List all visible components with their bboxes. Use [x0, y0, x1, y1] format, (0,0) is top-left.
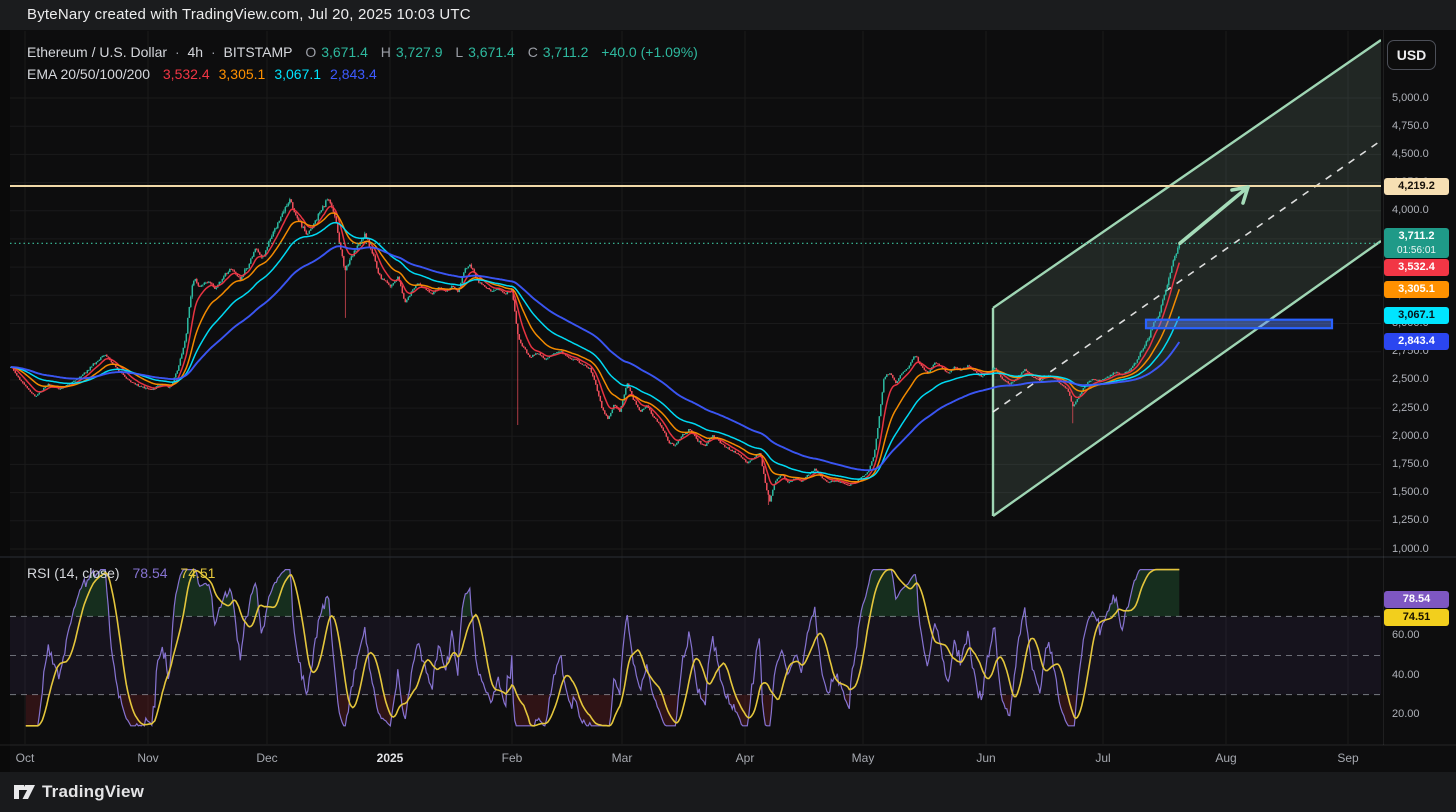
price-chart-canvas[interactable] [0, 0, 1456, 812]
tradingview-snapshot: ByteNary created with TradingView.com, J… [0, 0, 1456, 812]
tradingview-brand-link[interactable]: TradingView [42, 772, 144, 812]
time-tick-label: Mar [612, 751, 633, 765]
badge-countdown: 01:56:01 [1384, 243, 1449, 259]
separator: · [211, 44, 216, 60]
change-value: +40.0 (+1.09%) [601, 44, 698, 60]
badge-value: 2,843.4 [1384, 333, 1449, 349]
price-tick-label: 1,750.0 [1392, 458, 1429, 470]
price-label-badge: 4,219.2 [1384, 178, 1449, 195]
ema-values: 3,532.4 3,305.1 3,067.1 2,843.4 [163, 66, 386, 82]
price-tick-label: 2,000.0 [1392, 430, 1429, 442]
time-tick-label: Jul [1095, 751, 1110, 765]
open-value: 3,671.4 [321, 44, 368, 60]
low-value: 3,671.4 [468, 44, 515, 60]
rsi-tick-label: 60.00 [1392, 629, 1420, 641]
price-label-badge: 74.51 [1384, 609, 1449, 626]
time-tick-label: Jun [976, 751, 995, 765]
ema-value: 3,532.4 [163, 66, 210, 82]
time-tick-label: 2025 [377, 751, 404, 765]
badge-value: 3,711.2 [1384, 228, 1449, 244]
tradingview-logo-icon[interactable] [13, 782, 37, 802]
time-tick-label: Apr [736, 751, 755, 765]
ema-value: 3,305.1 [219, 66, 266, 82]
badge-value: 3,532.4 [1384, 259, 1449, 275]
price-tick-label: 4,750.0 [1392, 120, 1429, 132]
time-tick-label: May [852, 751, 875, 765]
badge-value: 3,305.1 [1384, 281, 1449, 297]
price-tick-label: 4,500.0 [1392, 148, 1429, 160]
close-value: 3,711.2 [543, 44, 589, 60]
rsi-value: 78.54 [132, 565, 167, 581]
currency-toggle-button[interactable]: USD [1387, 40, 1436, 70]
price-tick-label: 1,500.0 [1392, 486, 1429, 498]
price-tick-label: 5,000.0 [1392, 92, 1429, 104]
time-tick-label: Feb [502, 751, 523, 765]
symbol-name: Ethereum / U.S. Dollar [27, 44, 167, 60]
price-label-badge: 78.54 [1384, 591, 1449, 608]
time-tick-label: Dec [256, 751, 277, 765]
time-tick-label: Oct [16, 751, 35, 765]
open-label: O [305, 44, 316, 60]
rsi-tick-label: 20.00 [1392, 708, 1420, 720]
badge-value: 4,219.2 [1384, 178, 1449, 194]
price-label-badge: 3,067.1 [1384, 307, 1449, 324]
interval-label: 4h [188, 44, 204, 60]
ema-legend: EMA 20/50/100/200 3,532.4 3,305.1 3,067.1 2… [27, 66, 390, 82]
down-bodies [12, 199, 1122, 501]
separator: · [175, 44, 180, 60]
price-tick-label: 1,250.0 [1392, 514, 1429, 526]
footer-bar: TradingView [0, 772, 1456, 812]
demand-zone[interactable] [1146, 320, 1332, 329]
high-label: H [381, 44, 391, 60]
close-label: C [528, 44, 538, 60]
badge-value: 3,067.1 [1384, 307, 1449, 323]
price-tick-label: 1,000.0 [1392, 543, 1429, 555]
high-value: 3,727.9 [396, 44, 443, 60]
price-tick-label: 4,000.0 [1392, 204, 1429, 216]
ema-label: EMA 20/50/100/200 [27, 66, 150, 82]
time-tick-label: Nov [137, 751, 158, 765]
currency-toggle-label: USD [1397, 47, 1427, 63]
price-tick-label: 2,250.0 [1392, 402, 1429, 414]
rsi-label: RSI (14, close) [27, 565, 120, 581]
rsi-tick-label: 40.00 [1392, 669, 1420, 681]
price-label-badge: 3,305.1 [1384, 281, 1449, 298]
price-tick-label: 2,500.0 [1392, 373, 1429, 385]
rsi-legend: RSI (14, close) 78.54 74.51 [27, 565, 219, 581]
symbol-legend: Ethereum / U.S. Dollar · 4h · BITSTAMP O… [27, 44, 702, 60]
rsi-ma-value: 74.51 [180, 565, 215, 581]
exchange-label: BITSTAMP [224, 44, 293, 60]
attribution-bar: ByteNary created with TradingView.com, J… [0, 0, 1456, 30]
badge-value: 78.54 [1384, 591, 1449, 607]
ema-value: 2,843.4 [330, 66, 377, 82]
price-label-badge: 3,532.4 [1384, 259, 1449, 276]
time-tick-label: Aug [1215, 751, 1236, 765]
price-channel[interactable] [993, 40, 1381, 516]
low-label: L [455, 44, 463, 60]
time-tick-label: Sep [1337, 751, 1358, 765]
time-axis[interactable]: Oct Nov Dec 2025 Feb Mar Apr May Jun Jul Aug Sep [0, 745, 1456, 771]
badge-value: 74.51 [1384, 609, 1449, 625]
price-label-badge: 3,711.201:56:01 [1384, 228, 1449, 258]
ema-value: 3,067.1 [274, 66, 321, 82]
price-label-badge: 2,843.4 [1384, 333, 1449, 350]
attribution-text: ByteNary created with TradingView.com, J… [27, 6, 471, 23]
